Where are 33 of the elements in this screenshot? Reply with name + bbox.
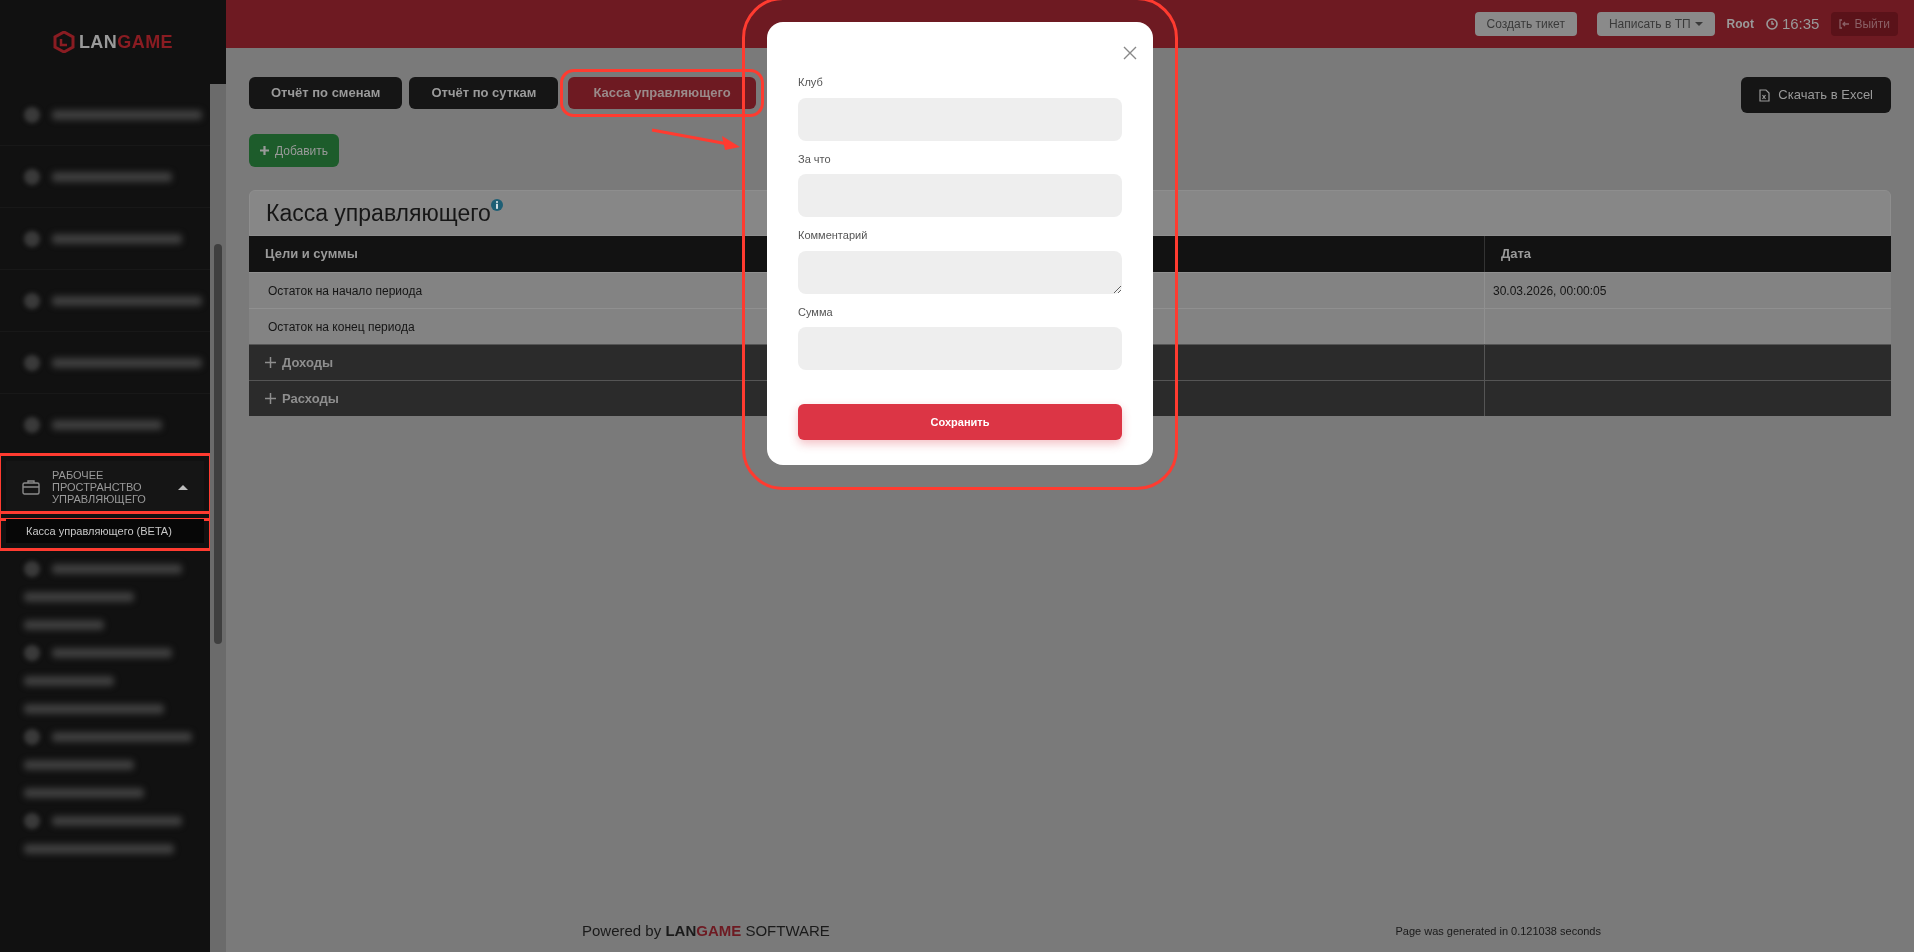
logout-button[interactable]: Выйти [1831, 12, 1898, 36]
powered-by-text: Powered by LANGAME SOFTWARE [582, 920, 830, 941]
panel-title: Касса управляющего [266, 198, 491, 228]
plus-icon [265, 393, 276, 404]
sidebar-section[interactable]: РАБОЧЕЕ ПРОСТРАНСТВО УПРАВЛЯЮЩЕГО [6, 461, 204, 513]
plus-icon [265, 357, 276, 368]
plus-icon [260, 146, 269, 155]
clock-time: 16:35 [1781, 13, 1820, 34]
logo-text: LANGAME [78, 30, 174, 54]
support-dropdown-button[interactable]: Написать в ТП [1596, 12, 1715, 36]
caret-up-icon [178, 484, 188, 490]
field-label: За что [798, 151, 832, 167]
table-cell: 30.03.2026, 00:00:05 [1484, 272, 1891, 308]
briefcase-icon [22, 479, 40, 495]
user-name: Root [1726, 16, 1754, 33]
field-label: Клуб [798, 75, 824, 90]
excel-file-icon [1759, 88, 1771, 102]
logout-icon [1839, 19, 1851, 29]
create-ticket-button[interactable]: Создать тикет [1474, 12, 1577, 36]
generation-time-text: Page was generated in 0.121038 seconds [1395, 923, 1601, 939]
sidebar-subitem[interactable]: Касса управляющего (BETA) [6, 519, 204, 543]
clock-icon [1765, 18, 1778, 30]
section-label: РАБОЧЕЕ ПРОСТРАНСТВО УПРАВЛЯЮЩЕГО [52, 469, 147, 505]
logo-icon [52, 31, 75, 53]
save-button[interactable]: Сохранить [798, 404, 1122, 440]
tab[interactable]: Отчёт по сменам [249, 77, 403, 109]
comment-field[interactable] [798, 250, 1122, 294]
column-header: Дата [1484, 236, 1891, 272]
info-icon [490, 199, 503, 211]
scrollbar[interactable] [210, 84, 226, 952]
tab[interactable]: Отчёт по суткам [409, 77, 559, 109]
add-button[interactable]: Добавить [249, 134, 340, 167]
export-excel-button[interactable]: Скачать в Excel [1741, 77, 1891, 113]
